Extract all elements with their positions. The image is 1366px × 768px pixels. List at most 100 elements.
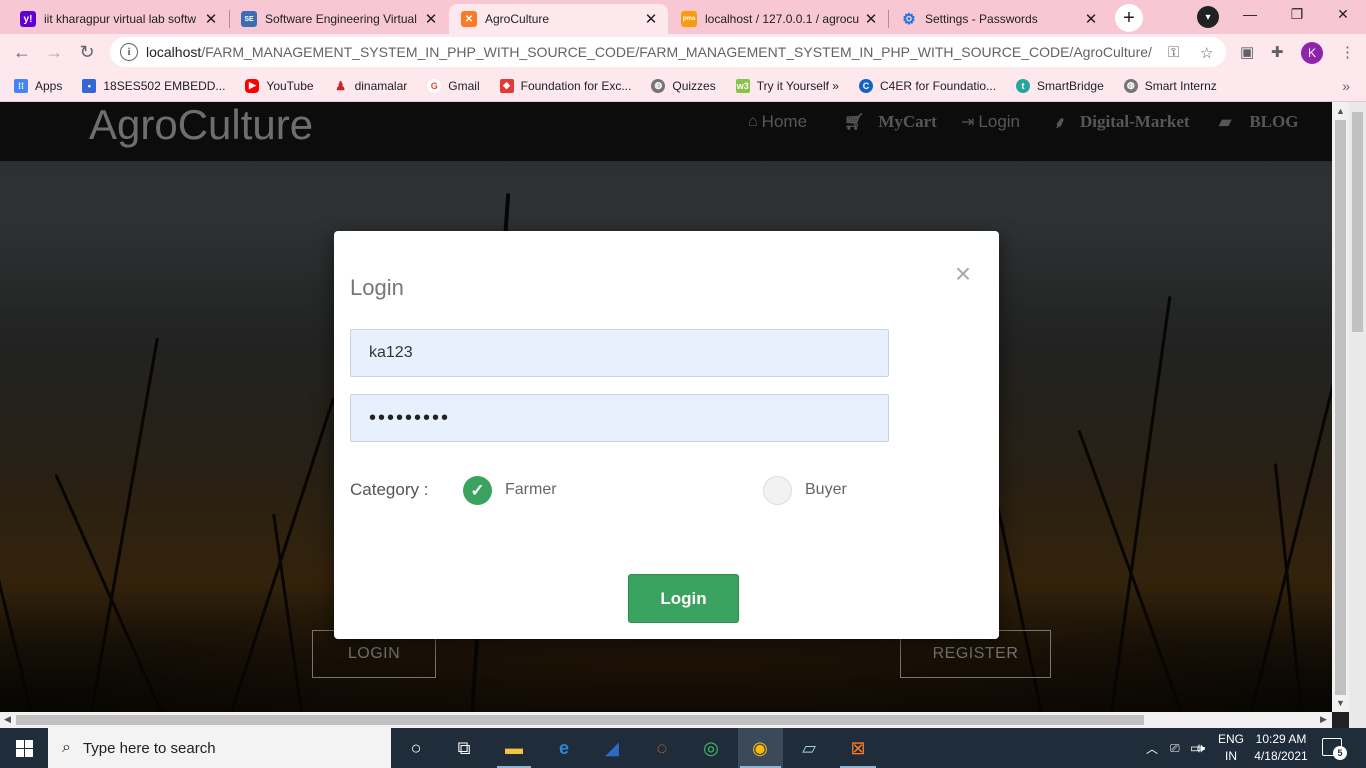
browser-tab[interactable]: pma localhost / 127.0.0.1 / agrocu ✕ bbox=[669, 4, 888, 34]
minimize-icon[interactable]: — bbox=[1235, 6, 1265, 22]
xampp-icon[interactable]: ⊠ bbox=[844, 734, 872, 762]
internet-explorer-icon[interactable]: e bbox=[550, 734, 578, 762]
bookmark-label: C4ER for Foundatio... bbox=[879, 78, 997, 93]
taskbar-search[interactable]: ⌕ Type here to search bbox=[48, 728, 391, 768]
scroll-thumb[interactable] bbox=[16, 715, 1144, 725]
spinner-app-icon[interactable]: ◎ bbox=[697, 734, 725, 762]
close-tab-icon[interactable]: ✕ bbox=[422, 10, 440, 28]
pocket-icon[interactable]: ▣ bbox=[1240, 43, 1254, 61]
key-icon[interactable]: ⚿ bbox=[1168, 44, 1179, 61]
page-vertical-scrollbar[interactable]: ▲ ▼ bbox=[1332, 102, 1349, 712]
windows-logo-icon bbox=[15, 739, 33, 757]
notification-count-badge: 5 bbox=[1333, 746, 1347, 760]
new-tab-button[interactable]: + bbox=[1115, 4, 1143, 32]
farmer-label[interactable]: Farmer bbox=[505, 481, 557, 499]
bookmark-item[interactable]: t SmartBridge bbox=[1016, 78, 1104, 93]
bookmark-star-icon[interactable]: ☆ bbox=[1200, 44, 1213, 62]
password-field[interactable] bbox=[350, 394, 889, 442]
task-view-icon[interactable]: ⧉ bbox=[450, 734, 478, 762]
forward-icon[interactable]: → bbox=[43, 41, 65, 63]
yahoo-icon: y! bbox=[20, 11, 36, 27]
foundation-icon: ◆ bbox=[499, 78, 514, 93]
bookmark-item[interactable]: C C4ER for Foundatio... bbox=[858, 78, 997, 93]
more-bookmarks-icon[interactable]: » bbox=[1342, 78, 1350, 94]
restore-icon[interactable]: ❐ bbox=[1282, 6, 1312, 23]
checkmark-icon: ✓ bbox=[470, 480, 485, 500]
username-field[interactable] bbox=[350, 329, 889, 377]
w3schools-icon: w3 bbox=[735, 78, 750, 93]
menu-icon[interactable]: ⋮ bbox=[1340, 43, 1355, 61]
address-bar[interactable]: i localhost/FARM_MANAGEMENT_SYSTEM_IN_PH… bbox=[110, 37, 1226, 67]
clock-date: 4/18/2021 bbox=[1254, 749, 1308, 763]
chrome-icon[interactable]: ◉ bbox=[746, 734, 774, 762]
bookmark-label: dinamalar bbox=[354, 78, 408, 93]
extensions-icon[interactable]: ✚ bbox=[1271, 43, 1284, 61]
bookmark-label: Gmail bbox=[448, 78, 480, 93]
buyer-label[interactable]: Buyer bbox=[805, 481, 847, 499]
file-explorer-icon[interactable]: ▬ bbox=[500, 734, 528, 762]
close-tab-icon[interactable]: ✕ bbox=[1082, 10, 1100, 28]
window-vertical-scrollbar[interactable] bbox=[1349, 102, 1366, 728]
horizontal-scrollbar[interactable]: ◀ ▶ bbox=[0, 712, 1332, 728]
dev-app-icon[interactable]: ◢ bbox=[598, 734, 626, 762]
browser-tab[interactable]: ⚙ Settings - Passwords ✕ bbox=[889, 4, 1108, 34]
google-icon: G bbox=[427, 78, 442, 93]
tab-title: iit kharagpur virtual lab softw bbox=[44, 12, 197, 26]
back-icon[interactable]: ← bbox=[11, 41, 33, 63]
bookmark-item[interactable]: ▪ 18SES502 EMBEDD... bbox=[82, 78, 226, 93]
window-close-icon[interactable]: ✕ bbox=[1328, 6, 1358, 23]
buyer-radio[interactable] bbox=[763, 476, 792, 505]
search-icon: ⌕ bbox=[62, 739, 71, 756]
bookmark-item[interactable]: G Gmail bbox=[427, 78, 480, 93]
globe-icon: ◍ bbox=[1123, 78, 1138, 93]
cortana-icon[interactable]: ○ bbox=[402, 734, 430, 762]
close-icon[interactable]: × bbox=[951, 259, 975, 289]
close-tab-icon[interactable]: ✕ bbox=[202, 10, 220, 28]
bookmark-item[interactable]: ◍ Quizzes bbox=[651, 78, 716, 93]
bookmark-label: Apps bbox=[35, 78, 63, 93]
c4er-icon: C bbox=[858, 78, 873, 93]
volume-icon[interactable]: 🕪︎ bbox=[1197, 728, 1205, 768]
close-tab-icon[interactable]: ✕ bbox=[862, 10, 880, 28]
phpmyadmin-icon: pma bbox=[681, 11, 697, 27]
apps-grid-icon: ⁞⁞ bbox=[14, 78, 28, 93]
start-button[interactable] bbox=[0, 728, 48, 768]
bookmark-item[interactable]: ♟ dinamalar bbox=[334, 78, 408, 93]
bookmarks-bar: ⁞⁞ Apps ▪ 18SES502 EMBEDD... ▶ YouTube ♟… bbox=[0, 70, 1366, 102]
bookmark-item[interactable]: w3 Try it Yourself » bbox=[735, 78, 839, 93]
browser-tab[interactable]: SE Software Engineering Virtual ✕ bbox=[229, 4, 448, 34]
close-tab-icon[interactable]: ✕ bbox=[642, 10, 660, 28]
windows-taskbar: ⌕ Type here to search ○ ⧉ ▬ e ◢ ◌ ◎ ◉ ▱ … bbox=[0, 728, 1366, 768]
scroll-thumb[interactable] bbox=[1335, 120, 1346, 695]
browser-tab-active[interactable]: ✕ AgroCulture ✕ bbox=[449, 4, 668, 34]
site-info-icon[interactable]: i bbox=[120, 43, 138, 61]
browser-tab[interactable]: y! iit kharagpur virtual lab softw ✕ bbox=[8, 4, 228, 34]
reload-icon[interactable]: ↻ bbox=[76, 41, 98, 63]
globe-icon: ◍ bbox=[651, 78, 666, 93]
show-hidden-icons[interactable]: ︿ bbox=[1146, 728, 1158, 768]
bookmark-item[interactable]: ◍ Smart Internz bbox=[1123, 78, 1217, 93]
bookmark-apps[interactable]: ⁞⁞ Apps bbox=[14, 78, 63, 93]
clock-time: 10:29 AM bbox=[1255, 732, 1307, 746]
bookmark-item[interactable]: ◆ Foundation for Exc... bbox=[499, 78, 631, 93]
scroll-right-icon[interactable]: ▶ bbox=[1320, 714, 1327, 725]
bookmark-item[interactable]: ▶ YouTube bbox=[245, 78, 314, 93]
scroll-up-icon[interactable]: ▲ bbox=[1332, 106, 1349, 116]
bookmark-label: Quizzes bbox=[672, 78, 716, 93]
scroll-left-icon[interactable]: ◀ bbox=[4, 714, 11, 725]
tab-search-icon[interactable]: ▾ bbox=[1197, 6, 1219, 28]
region-code: IN bbox=[1225, 749, 1237, 763]
bookmark-label: 18SES502 EMBEDD... bbox=[103, 78, 226, 93]
login-submit-button[interactable]: Login bbox=[628, 574, 739, 623]
notepad-icon[interactable]: ▱ bbox=[795, 734, 823, 762]
input-language[interactable]: ENG IN bbox=[1216, 731, 1246, 765]
farmer-radio[interactable]: ✓ bbox=[463, 476, 492, 505]
jupyter-icon[interactable]: ◌ bbox=[648, 734, 676, 762]
scroll-down-icon[interactable]: ▼ bbox=[1332, 698, 1349, 708]
profile-card-icon: ▪ bbox=[82, 78, 97, 93]
system-clock[interactable]: 10:29 AM 4/18/2021 bbox=[1253, 731, 1309, 765]
meet-now-icon[interactable]: ⎚ bbox=[1170, 728, 1180, 768]
tab-title: AgroCulture bbox=[485, 12, 550, 26]
scroll-thumb[interactable] bbox=[1352, 112, 1363, 332]
profile-avatar[interactable]: K bbox=[1301, 42, 1323, 64]
